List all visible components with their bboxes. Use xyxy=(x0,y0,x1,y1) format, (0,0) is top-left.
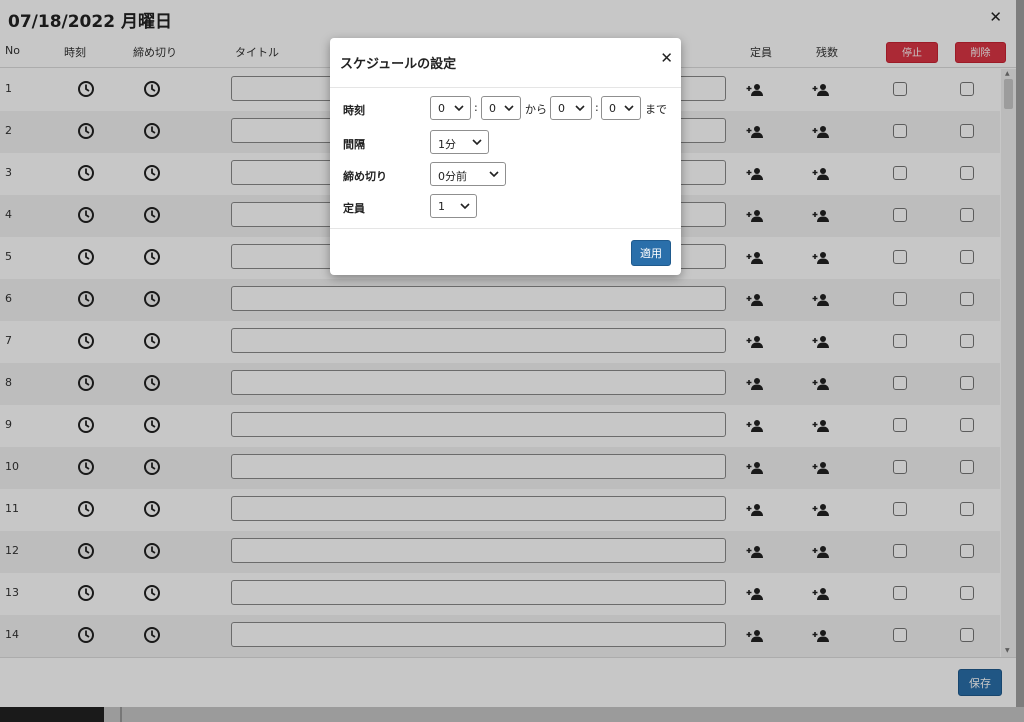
from-minute-select[interactable]: 0 xyxy=(481,96,521,120)
chevron-down-icon xyxy=(454,105,464,112)
taskbar-left xyxy=(0,707,104,722)
time-label: 時刻 xyxy=(343,104,365,117)
chevron-down-icon xyxy=(472,139,482,146)
time-colon: : xyxy=(474,101,478,114)
dialog-header: スケジュールの設定 ✕ xyxy=(330,38,681,88)
chevron-down-icon xyxy=(504,105,514,112)
from-minute-value: 0 xyxy=(489,102,496,115)
chevron-down-icon xyxy=(489,171,499,178)
background-strip xyxy=(1016,0,1024,707)
close-icon[interactable]: ✕ xyxy=(660,49,673,67)
from-hour-select[interactable]: 0 xyxy=(430,96,471,120)
interval-label: 間隔 xyxy=(343,138,365,151)
interval-value: 1分 xyxy=(438,138,456,151)
from-text: から xyxy=(525,103,547,116)
from-hour-value: 0 xyxy=(438,102,445,115)
to-minute-value: 0 xyxy=(609,102,616,115)
schedule-settings-dialog: スケジュールの設定 ✕ 時刻 0 : 0 から 0 : 0 まで 間隔 1分 締… xyxy=(330,38,681,275)
taskbar-separator xyxy=(120,707,122,722)
deadline-value: 0分前 xyxy=(438,170,467,183)
chevron-down-icon xyxy=(624,105,634,112)
dialog-footer: 適用 xyxy=(330,228,681,275)
taskbar xyxy=(104,707,1024,722)
apply-button[interactable]: 適用 xyxy=(631,240,671,266)
capacity-label: 定員 xyxy=(343,202,365,215)
interval-select[interactable]: 1分 xyxy=(430,130,489,154)
chevron-down-icon xyxy=(460,203,470,210)
time-colon: : xyxy=(595,101,599,114)
deadline-label: 締め切り xyxy=(343,170,387,183)
page: 07/18/2022 月曜日 ✕ No 時刻 締め切り タイトル 定員 残数 停… xyxy=(0,0,1024,722)
to-hour-value: 0 xyxy=(558,102,565,115)
to-hour-select[interactable]: 0 xyxy=(550,96,592,120)
dialog-title: スケジュールの設定 xyxy=(340,57,457,72)
deadline-select[interactable]: 0分前 xyxy=(430,162,506,186)
capacity-select[interactable]: 1 xyxy=(430,194,477,218)
capacity-value: 1 xyxy=(438,200,445,213)
to-minute-select[interactable]: 0 xyxy=(601,96,641,120)
chevron-down-icon xyxy=(575,105,585,112)
to-text: まで xyxy=(645,103,667,116)
